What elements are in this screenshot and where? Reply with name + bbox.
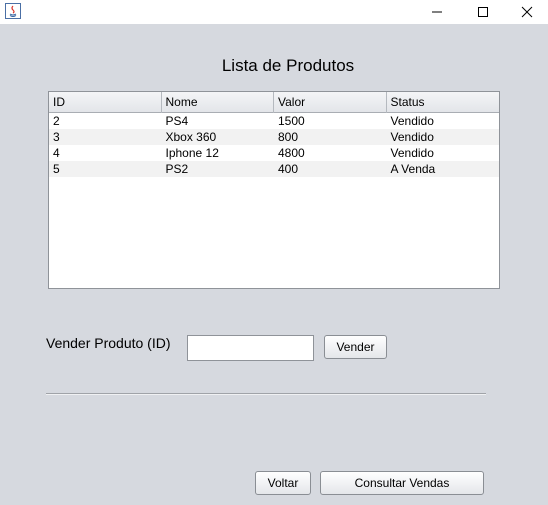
- cell-status: A Venda: [390, 162, 436, 176]
- title-bar: [0, 0, 548, 24]
- column-header-nome[interactable]: Nome: [162, 92, 274, 113]
- table-row[interactable]: 2 PS4 1500 Vendido: [49, 113, 499, 129]
- minimize-icon: [432, 11, 442, 13]
- cell-status: Vendido: [390, 114, 434, 128]
- table-row[interactable]: 4 Iphone 12 4800 Vendido: [49, 145, 499, 161]
- cell-valor: 1500: [278, 114, 305, 128]
- sell-button[interactable]: Vender: [324, 335, 387, 359]
- cell-nome: Xbox 360: [165, 130, 217, 144]
- maximize-icon: [478, 7, 488, 17]
- close-button[interactable]: [504, 0, 548, 24]
- view-sales-button[interactable]: Consultar Vendas: [320, 471, 484, 495]
- sell-id-input[interactable]: [187, 335, 314, 361]
- page-title: Lista de Produtos: [221, 56, 355, 75]
- cell-id: 4: [53, 146, 60, 160]
- cell-valor: 400: [278, 162, 299, 176]
- column-header-status[interactable]: Status: [387, 92, 500, 113]
- back-button[interactable]: Voltar: [255, 471, 311, 495]
- separator: [46, 393, 486, 395]
- cell-id: 2: [53, 114, 60, 128]
- cell-nome: Iphone 12: [165, 146, 219, 160]
- cell-id: 3: [53, 130, 60, 144]
- cell-id: 5: [53, 162, 60, 176]
- table-header: ID Nome Valor Status: [49, 92, 499, 113]
- cell-valor: 4800: [278, 146, 305, 160]
- table-row[interactable]: 3 Xbox 360 800 Vendido: [49, 129, 499, 145]
- maximize-button[interactable]: [460, 0, 506, 24]
- cell-nome: PS2: [165, 162, 189, 176]
- close-icon: [521, 6, 533, 18]
- column-header-valor[interactable]: Valor: [274, 92, 387, 113]
- cell-status: Vendido: [390, 146, 434, 160]
- cell-valor: 800: [278, 130, 299, 144]
- table-row[interactable]: 5 PS2 400 A Venda: [49, 161, 499, 177]
- minimize-button[interactable]: [414, 0, 460, 24]
- column-header-id[interactable]: ID: [49, 92, 162, 113]
- cell-nome: PS4: [165, 114, 189, 128]
- products-table[interactable]: ID Nome Valor Status 2 PS4 1500 Vendido …: [48, 91, 500, 289]
- java-icon: [5, 3, 21, 19]
- sell-product-label: Vender Produto (ID): [46, 335, 171, 351]
- cell-status: Vendido: [390, 130, 434, 144]
